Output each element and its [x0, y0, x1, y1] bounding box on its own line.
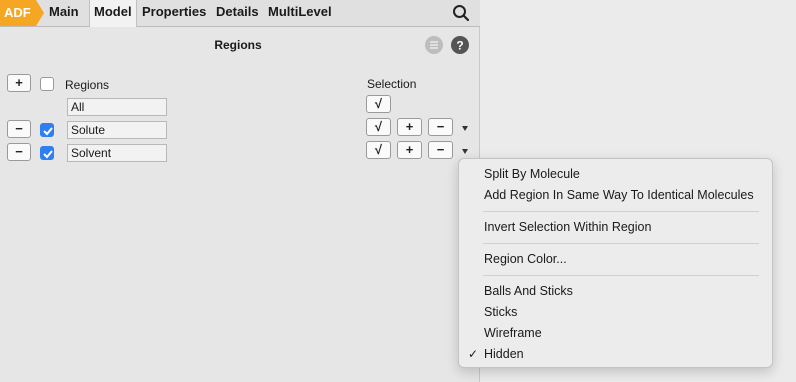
solute-options-chevron-down-icon[interactable]	[462, 126, 468, 131]
menu-item-sticks[interactable]: Sticks	[484, 305, 517, 319]
tab-model[interactable]: Model	[89, 0, 137, 27]
menu-item-invert-selection[interactable]: Invert Selection Within Region	[484, 220, 651, 234]
solute-visible-checkbox[interactable]	[40, 123, 54, 137]
tab-adf[interactable]: ADF	[0, 0, 44, 26]
tab-properties[interactable]: Properties	[142, 0, 206, 26]
select-all-region-button[interactable]: √	[366, 95, 391, 113]
tab-bar: ADF Main Model Properties Details MultiL…	[0, 0, 480, 27]
menu-divider	[483, 243, 759, 244]
regions-column-header: Regions	[65, 78, 110, 92]
checkmark-icon: ✓	[468, 347, 479, 361]
regions-panel: ADF Main Model Properties Details MultiL…	[0, 0, 480, 382]
solvent-options-chevron-down-icon[interactable]	[462, 149, 468, 154]
menu-item-hidden[interactable]: Hidden	[484, 347, 524, 361]
select-solute-button[interactable]: √	[366, 118, 391, 136]
tab-multilevel[interactable]: MultiLevel	[268, 0, 332, 26]
select-solvent-button[interactable]: √	[366, 141, 391, 159]
tab-details[interactable]: Details	[216, 0, 259, 26]
menu-item-split-by-molecule[interactable]: Split By Molecule	[484, 167, 580, 181]
tab-adf-label: ADF	[4, 5, 31, 20]
tab-main[interactable]: Main	[49, 0, 79, 26]
remove-from-solvent-button[interactable]: −	[428, 141, 453, 159]
region-context-menu: Split By Molecule Add Region In Same Way…	[458, 158, 773, 368]
list-menu-icon[interactable]	[425, 36, 443, 54]
region-name-solute[interactable]: Solute	[67, 121, 167, 139]
select-all-checkbox[interactable]	[40, 77, 54, 91]
selection-column-header: Selection	[367, 77, 417, 91]
menu-item-add-region-identical[interactable]: Add Region In Same Way To Identical Mole…	[484, 188, 754, 202]
help-icon[interactable]: ?	[451, 36, 469, 54]
remove-solvent-button[interactable]: −	[7, 143, 31, 161]
menu-item-wireframe[interactable]: Wireframe	[484, 326, 542, 340]
menu-divider	[483, 275, 759, 276]
menu-divider	[483, 211, 759, 212]
add-region-button[interactable]: +	[7, 74, 31, 92]
solvent-visible-checkbox[interactable]	[40, 146, 54, 160]
menu-item-balls-and-sticks[interactable]: Balls And Sticks	[484, 284, 573, 298]
page-title: Regions	[214, 38, 262, 52]
remove-solute-button[interactable]: −	[7, 120, 31, 138]
remove-from-solute-button[interactable]: −	[428, 118, 453, 136]
region-name-solvent[interactable]: Solvent	[67, 144, 167, 162]
add-to-solvent-button[interactable]: +	[397, 141, 422, 159]
region-name-all[interactable]: All	[67, 98, 167, 116]
svg-text:?: ?	[456, 39, 463, 53]
search-icon[interactable]	[452, 4, 470, 22]
menu-item-region-color[interactable]: Region Color...	[484, 252, 567, 266]
add-to-solute-button[interactable]: +	[397, 118, 422, 136]
